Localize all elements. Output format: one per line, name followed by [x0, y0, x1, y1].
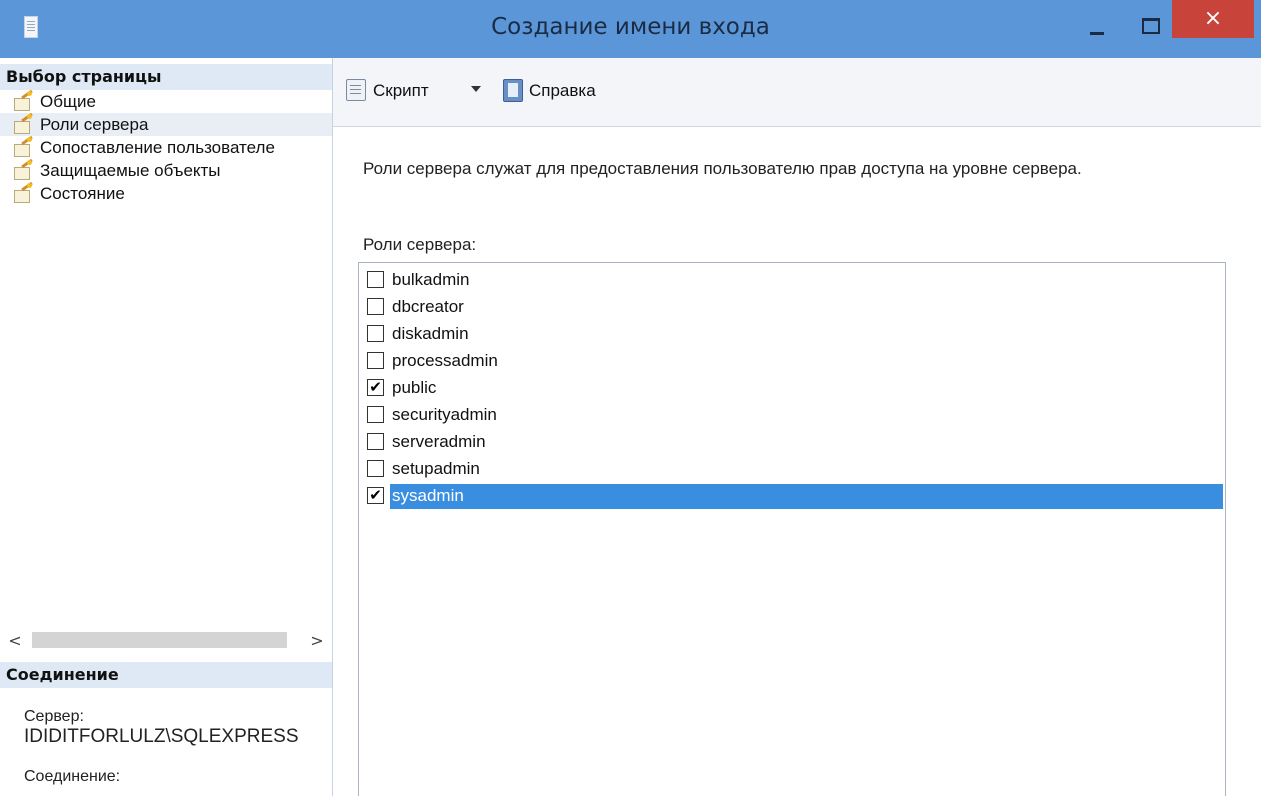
title-bar[interactable]: Создание имени входа ×	[0, 0, 1261, 59]
page-item-server-roles[interactable]: Роли сервера	[0, 113, 332, 136]
role-row-bulkadmin[interactable]: bulkadmin	[365, 268, 1223, 293]
role-label: bulkadmin	[392, 270, 470, 289]
role-checkbox[interactable]	[367, 406, 384, 423]
scrollbar-thumb[interactable]	[32, 632, 287, 648]
scroll-right-icon[interactable]: >	[306, 630, 328, 652]
minimize-button[interactable]	[1084, 14, 1112, 40]
page-item-user-mapping[interactable]: Сопоставление пользователе	[0, 136, 332, 159]
role-row-securityadmin[interactable]: securityadmin	[365, 403, 1223, 428]
main-content: Роли сервера служат для предоставления п…	[333, 127, 1261, 796]
server-label: Сервер:	[24, 708, 84, 725]
toolbar: Скрипт Справка	[333, 58, 1261, 127]
role-label: securityadmin	[392, 405, 497, 424]
server-roles-list[interactable]: bulkadmin dbcreator diskadmin processadm…	[358, 262, 1226, 796]
page-item-general[interactable]: Общие	[0, 90, 332, 113]
close-button[interactable]: ×	[1172, 0, 1254, 38]
page-wand-icon	[14, 113, 34, 134]
page-item-label: Общие	[40, 92, 96, 111]
role-row-dbcreator[interactable]: dbcreator	[365, 295, 1223, 320]
page-wand-icon	[14, 159, 34, 180]
role-checkbox[interactable]	[367, 433, 384, 450]
role-checkbox[interactable]	[367, 325, 384, 342]
page-select-header: Выбор страницы	[0, 64, 332, 90]
role-label: processadmin	[392, 351, 498, 370]
page-item-label: Сопоставление пользователе	[40, 138, 275, 157]
connection-header: Соединение	[0, 662, 332, 688]
role-checkbox-checked[interactable]: ✔	[367, 487, 384, 504]
help-button[interactable]: Справка	[529, 78, 596, 104]
role-label: serveradmin	[392, 432, 486, 451]
server-value: IDIDITFORLULZ\SQLEXPRESS	[24, 726, 299, 747]
role-row-processadmin[interactable]: processadmin	[365, 349, 1223, 374]
page-item-status[interactable]: Состояние	[0, 182, 332, 205]
role-row-serveradmin[interactable]: serveradmin	[365, 430, 1223, 455]
help-book-icon[interactable]	[501, 78, 525, 102]
window-title: Создание имени входа	[491, 14, 770, 40]
role-label: public	[392, 378, 437, 397]
scroll-left-icon[interactable]: <	[4, 630, 26, 652]
role-checkbox[interactable]	[367, 352, 384, 369]
role-row-sysadmin[interactable]: ✔ sysadmin	[365, 484, 1223, 509]
role-label: dbcreator	[392, 297, 464, 316]
page-item-securables[interactable]: Защищаемые объекты	[0, 159, 332, 182]
maximize-button[interactable]	[1136, 14, 1164, 40]
role-row-public[interactable]: ✔ public	[365, 376, 1223, 401]
role-label: setupadmin	[392, 459, 480, 478]
page-wand-icon	[14, 136, 34, 157]
page-item-label: Состояние	[40, 184, 125, 203]
role-checkbox[interactable]	[367, 460, 384, 477]
script-icon[interactable]	[343, 78, 369, 102]
left-pane: Выбор страницы Общие Роли сервера Сопост…	[0, 58, 333, 796]
page-wand-icon	[14, 90, 34, 111]
role-row-setupadmin[interactable]: setupadmin	[365, 457, 1223, 482]
roles-description: Роли сервера служат для предоставления п…	[363, 159, 1082, 178]
role-checkbox[interactable]	[367, 298, 384, 315]
script-button[interactable]: Скрипт	[373, 78, 429, 104]
role-checkbox-checked[interactable]: ✔	[367, 379, 384, 396]
page-list: Общие Роли сервера Сопоставление пользов…	[0, 90, 332, 205]
role-label: sysadmin	[392, 486, 464, 505]
horizontal-scrollbar[interactable]: < >	[0, 628, 332, 654]
page-wand-icon	[14, 182, 34, 203]
roles-label: Роли сервера:	[363, 235, 477, 254]
chevron-down-icon[interactable]	[471, 86, 481, 92]
login-window: Создание имени входа × Выбор страницы Об…	[0, 0, 1261, 796]
page-item-label: Защищаемые объекты	[40, 161, 221, 180]
role-row-diskadmin[interactable]: diskadmin	[365, 322, 1223, 347]
role-label: diskadmin	[392, 324, 469, 343]
connection-label: Соединение:	[24, 768, 121, 785]
role-checkbox[interactable]	[367, 271, 384, 288]
page-item-label: Роли сервера	[40, 115, 149, 134]
